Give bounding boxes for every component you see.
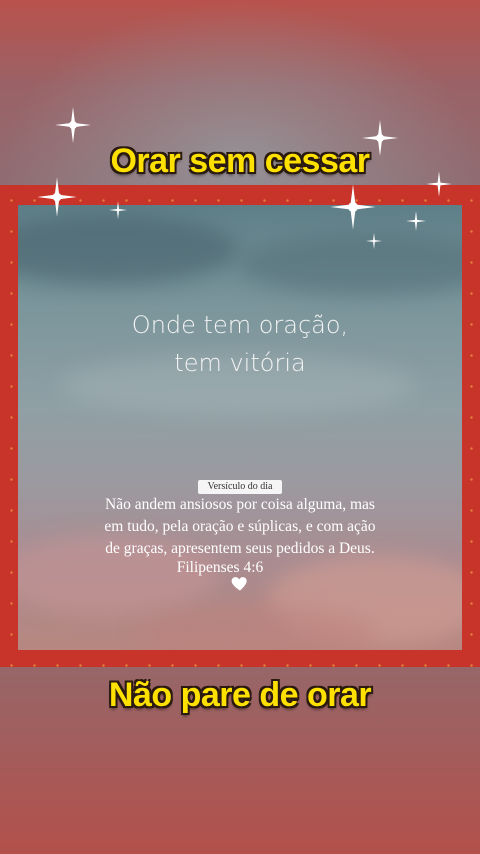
sky-photo: Onde tem oração, tem vitória Versículo d… [18, 205, 462, 650]
verse-line-1: Não andem ansiosos por coisa alguma, mas [105, 496, 375, 513]
white-heart-icon [231, 577, 247, 591]
verse-of-day-badge: Versículo do dia [198, 480, 282, 494]
sparkle-icon [330, 184, 376, 230]
bottom-title: Não pare de orar [108, 676, 372, 714]
cloud-shape [18, 215, 238, 285]
cloud-shape [238, 235, 462, 295]
sparkle-icon [406, 211, 426, 231]
sparkle-icon [365, 232, 383, 250]
main-quote-line-1: Onde tem oração, [131, 311, 349, 339]
sparkle-icon [37, 177, 77, 217]
sparkle-icon [109, 201, 127, 219]
top-title: Orar sem cessar [110, 142, 370, 180]
main-quote-line-2: tem vitória [174, 349, 306, 377]
sparkle-icon [55, 107, 91, 143]
verse-line-2: em tudo, pela oração e súplicas, e com a… [104, 518, 376, 535]
